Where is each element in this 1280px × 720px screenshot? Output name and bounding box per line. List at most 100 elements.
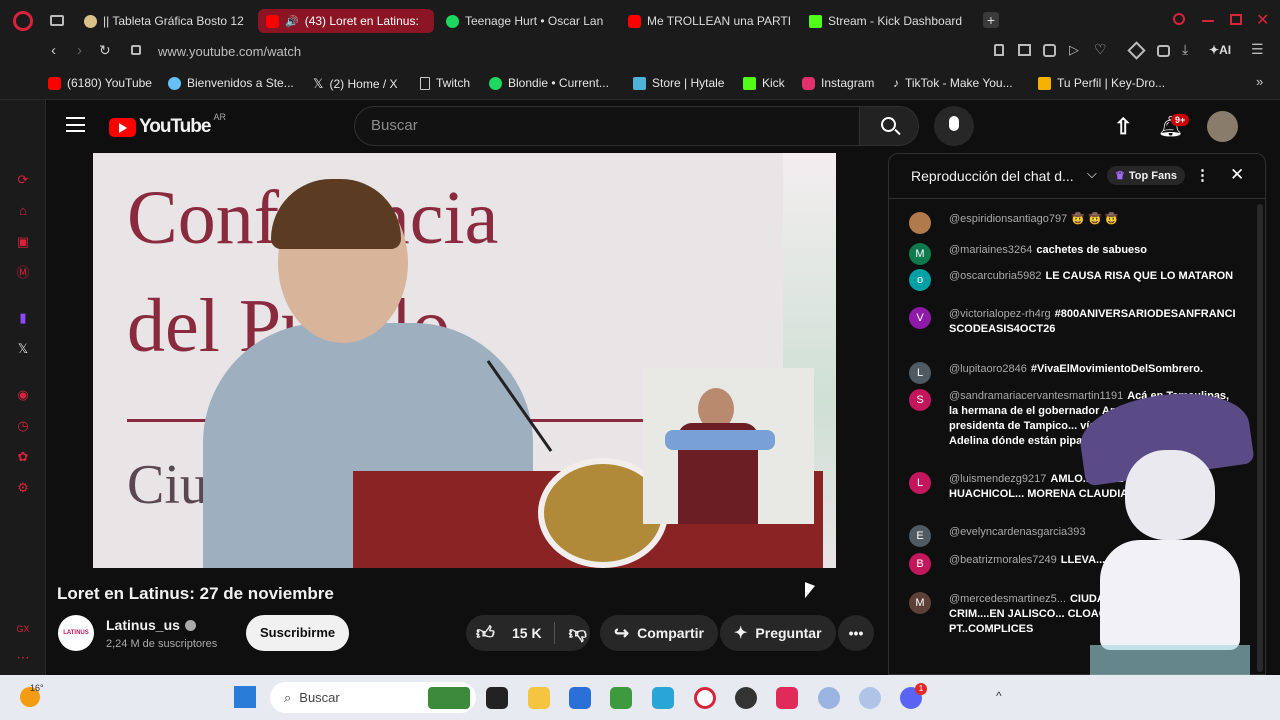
bookmark-spotify[interactable]: Blondie • Current... <box>489 76 609 90</box>
crypto-wallet-icon[interactable]: ▣ <box>15 234 31 250</box>
bookmark-label: Kick <box>762 76 785 90</box>
tab-youtube-troll[interactable]: Me TROLLEAN una PARTI <box>620 9 792 33</box>
chat-avatar: V <box>909 307 931 329</box>
x-sidebar-icon[interactable]: 𝕏 <box>15 341 31 357</box>
bookmark-tiktok[interactable]: ♪ TikTok - Make You... <box>893 76 1013 90</box>
opera-sidebar: ⟳ ⌂ ▣ Ⓜ ▮ 𝕏 ◉ ◷ ✿ ⚙ GX ⋯ <box>0 100 46 675</box>
tab-kick[interactable]: Stream - Kick Dashboard <box>801 9 977 33</box>
app-icon[interactable] <box>859 687 881 709</box>
top-fans-label: Top Fans <box>1128 169 1177 182</box>
chat-menu-icon[interactable]: ⋮ <box>1195 166 1210 184</box>
bookmark-instagram[interactable]: Instagram <box>802 76 874 90</box>
minecraft-icon[interactable] <box>610 687 632 709</box>
bookmark-hytale[interactable]: Store | Hytale <box>633 76 724 90</box>
video-player[interactable]: Conferencia del Pueblo Ciu <box>93 153 836 568</box>
bag-icon[interactable]: ⌂ <box>15 203 31 219</box>
new-tab-icon[interactable]: + <box>983 12 999 28</box>
tab-spotify[interactable]: Teenage Hurt • Oscar Lan <box>438 9 610 33</box>
bookmark-kick[interactable]: Kick <box>743 76 785 90</box>
maximize-icon[interactable] <box>1230 14 1242 25</box>
start-button[interactable] <box>234 686 256 708</box>
share-button[interactable]: ↪ Compartir <box>600 615 718 651</box>
reload-icon[interactable]: ↻ <box>99 42 111 59</box>
chat-username: @beatrizmorales7249 <box>949 554 1057 566</box>
subscriber-count: 2,24 M de suscriptores <box>106 638 218 650</box>
back-icon[interactable]: ‹ <box>51 42 56 59</box>
bookmark-x[interactable]: 𝕏 (2) Home / X <box>313 76 398 92</box>
voice-search-button[interactable] <box>934 106 974 146</box>
bookmark-keydrop[interactable]: Tu Perfil | Key-Dro... <box>1038 76 1165 90</box>
gx-icon[interactable]: GX <box>15 621 31 637</box>
bookmark-youtube[interactable]: (6180) YouTube <box>48 76 152 90</box>
file-explorer-icon[interactable] <box>528 687 550 709</box>
youtube-favicon <box>266 14 279 28</box>
bookmark-twitch[interactable]: Twitch <box>420 76 470 90</box>
messenger-icon[interactable]: Ⓜ <box>15 265 31 281</box>
account-avatar[interactable] <box>1207 111 1238 142</box>
video-title: Loret en Latinus: 27 de noviembre <box>57 584 334 603</box>
tiktok-live-icon[interactable] <box>776 687 798 709</box>
search-input[interactable]: Buscar <box>354 106 860 146</box>
url-field[interactable]: www.youtube.com/watch <box>158 44 301 59</box>
youtube-logo[interactable]: YouTube AR <box>109 112 226 138</box>
chat-header[interactable]: Reproducción del chat d... <box>911 168 1074 184</box>
adblock-icon[interactable] <box>1043 44 1056 57</box>
task-view-icon[interactable] <box>486 687 508 709</box>
download-icon[interactable]: ⤓ <box>1182 41 1188 58</box>
forward-icon[interactable]: › <box>77 42 82 59</box>
chat-username: @lupitaoro2846 <box>949 363 1027 375</box>
page-icon <box>420 76 430 90</box>
taskbar-search-label: Buscar <box>299 690 340 705</box>
chat-avatar: M <box>909 243 931 265</box>
tray-chevron-icon[interactable]: ^ <box>996 689 1002 703</box>
ask-button[interactable]: ✦ Preguntar <box>720 615 836 651</box>
store-icon[interactable] <box>569 687 591 709</box>
hamburger-menu-icon[interactable] <box>66 117 85 132</box>
thumbs-down-icon[interactable]: 👎︎ <box>569 622 587 644</box>
vtuber-avatar-overlay <box>1070 383 1260 675</box>
play-icon[interactable]: ▷ <box>1069 42 1079 58</box>
channel-avatar[interactable]: LATINUS <box>58 615 94 651</box>
kick-favicon <box>809 14 822 28</box>
opera-gx-taskbar-icon[interactable] <box>694 687 716 709</box>
heart-icon[interactable]: ♡ <box>1094 41 1107 58</box>
pin-icon[interactable] <box>994 44 1004 56</box>
minimize-icon[interactable] <box>1202 20 1214 22</box>
top-fans-chip[interactable]: ♛ Top Fans <box>1107 166 1185 185</box>
wallet-icon[interactable] <box>1157 45 1170 57</box>
speaker-icon[interactable]: 🔊 <box>285 15 299 28</box>
extensions-sidebar-icon[interactable]: ✿ <box>15 449 31 465</box>
tab-bosto[interactable]: || Tableta Gráfica Bosto 12 <box>76 9 248 33</box>
search-tabs-icon[interactable] <box>1173 13 1185 25</box>
close-chat-icon[interactable]: ✕ <box>1230 165 1244 185</box>
settings-icon[interactable]: ⚙ <box>15 480 31 496</box>
search-button[interactable] <box>859 106 919 146</box>
upload-icon[interactable]: ⇧ <box>1114 114 1132 140</box>
subscribe-button[interactable]: Suscribirme <box>246 615 350 651</box>
more-actions-button[interactable]: ••• <box>838 615 874 651</box>
bookmark-label: Blondie • Current... <box>508 76 609 90</box>
chat-header-divider <box>889 198 1265 199</box>
opera-logo-icon[interactable] <box>13 11 33 31</box>
photos-icon[interactable] <box>652 687 674 709</box>
bookmarks-overflow-icon[interactable]: » <box>1256 74 1263 89</box>
player-icon[interactable]: ◉ <box>15 387 31 403</box>
obs-icon[interactable] <box>735 687 757 709</box>
more-sidebar-icon[interactable]: ⋯ <box>15 650 31 666</box>
close-window-icon[interactable]: ✕ <box>1256 10 1269 30</box>
twitch-icon[interactable]: ▮ <box>15 310 31 326</box>
tab-youtube-loret[interactable]: 🔊 (43) Loret en Latinus: <box>258 9 434 33</box>
history-icon[interactable]: ◷ <box>15 418 31 434</box>
bookmark-steam[interactable]: Bienvenidos a Ste... <box>168 76 294 90</box>
easy-setup-icon[interactable]: ☰ <box>1251 41 1264 58</box>
tab-islands-icon[interactable] <box>50 15 64 26</box>
like-button[interactable]: 👍︎ 15 K 👎︎ <box>466 615 590 651</box>
mouse-cursor-icon <box>805 582 815 602</box>
channel-name[interactable]: Latinus_us <box>106 617 196 633</box>
snapshot-icon[interactable] <box>1018 44 1031 56</box>
extensions-icon[interactable] <box>1127 41 1146 60</box>
chevron-down-icon[interactable]: ⌵ <box>1087 166 1097 182</box>
aria-ai-button[interactable]: ✦AI <box>1209 43 1231 57</box>
aria-icon[interactable]: ⟳ <box>15 172 31 188</box>
vtube-studio-icon[interactable] <box>818 687 840 709</box>
